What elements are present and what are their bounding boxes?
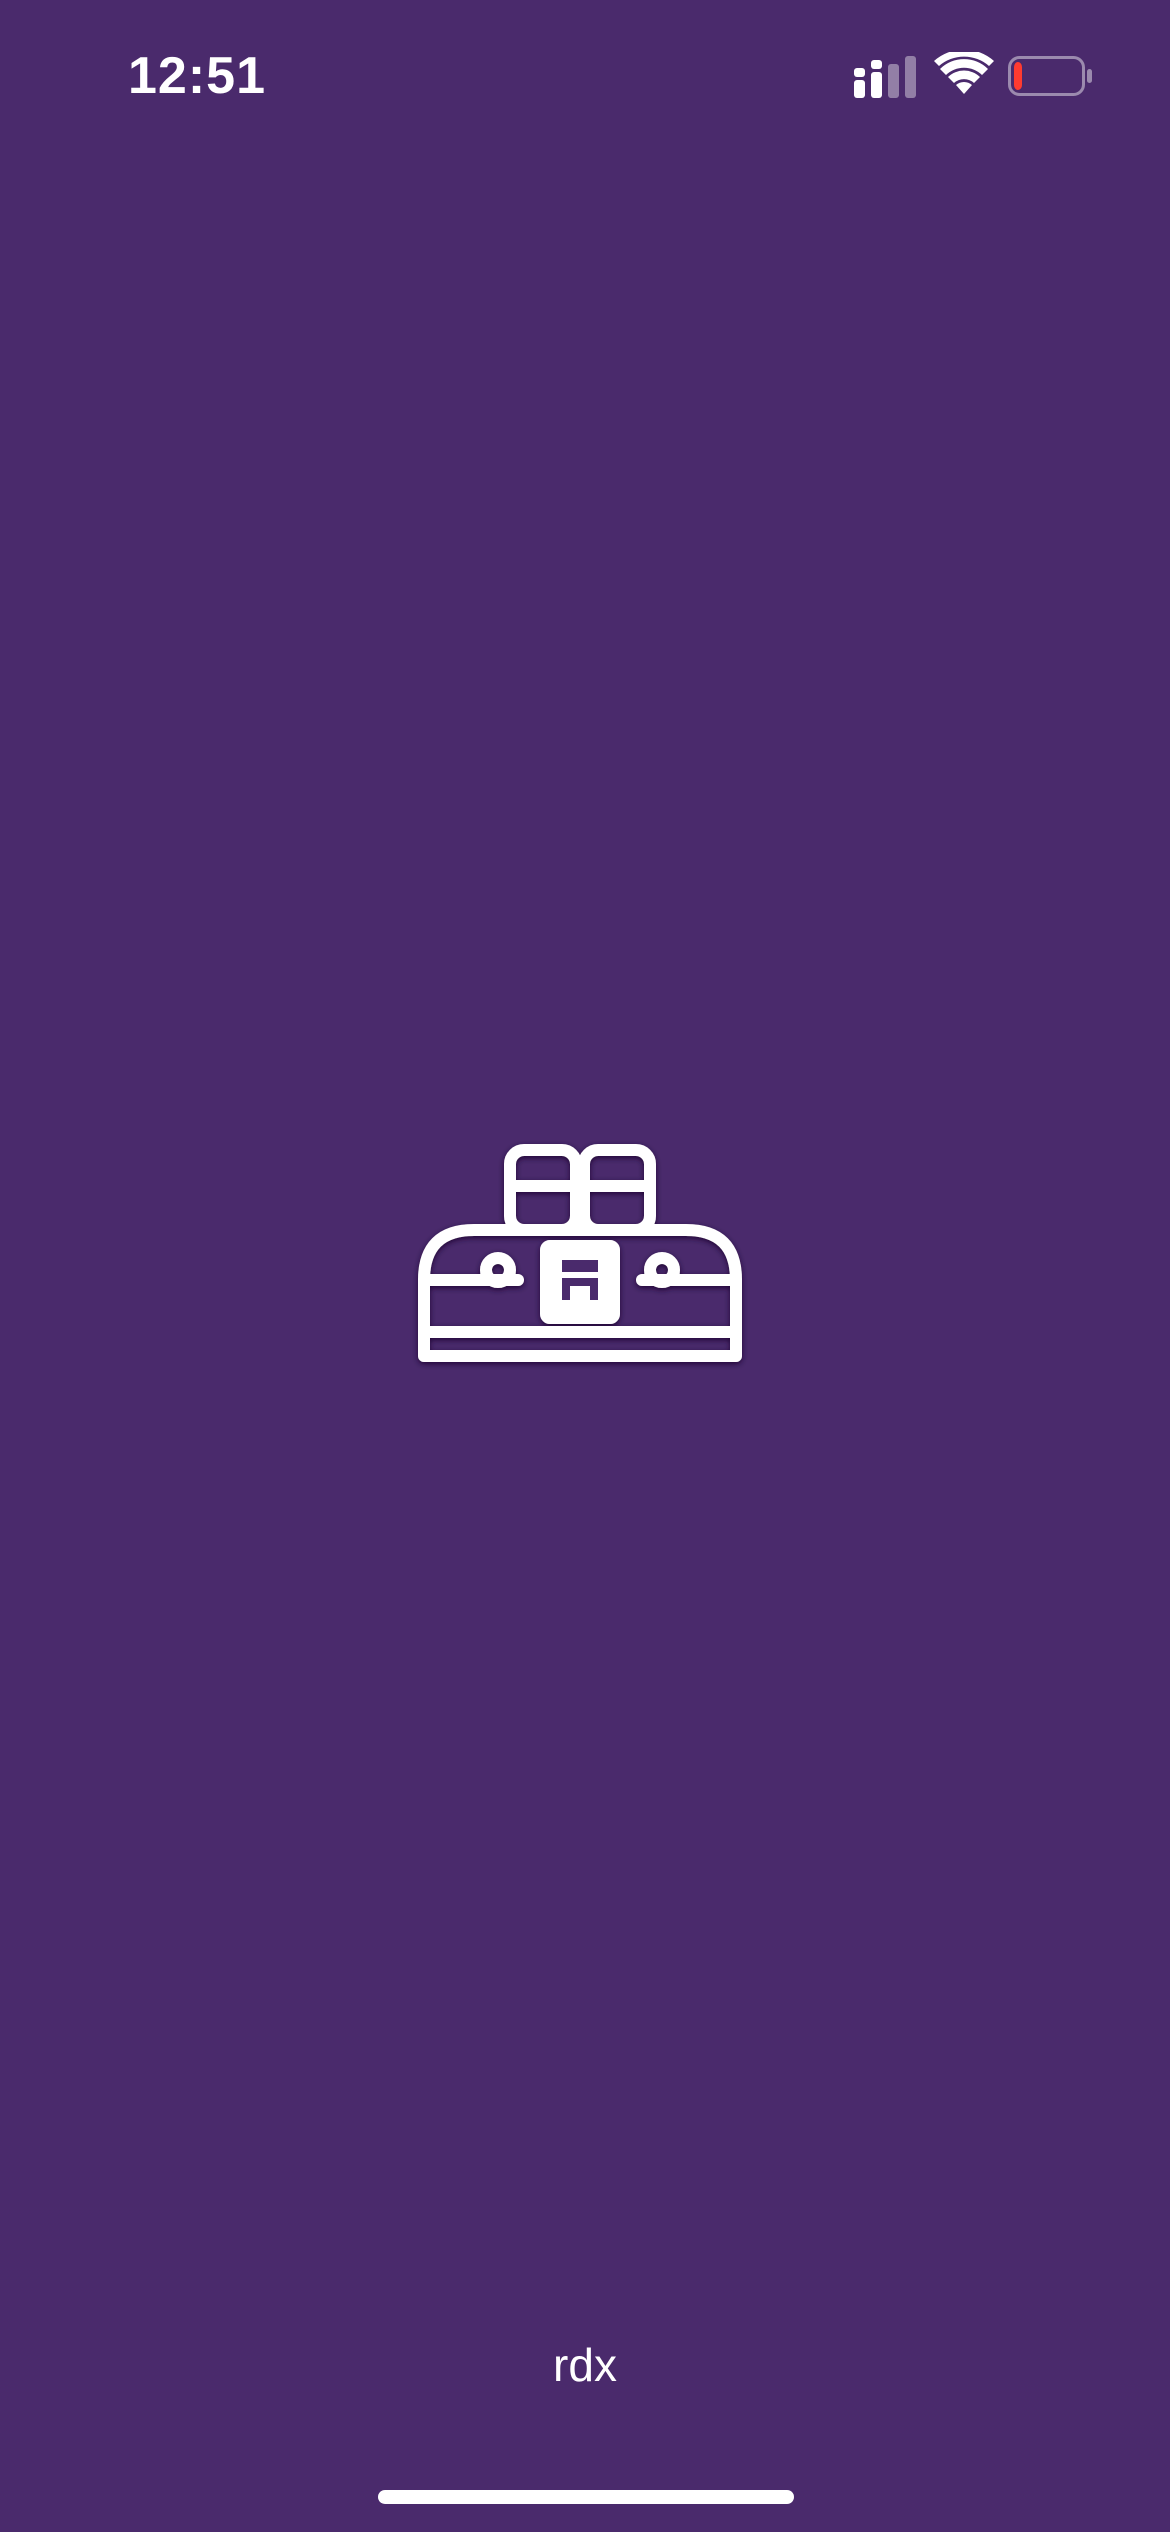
cellular-signal-icon — [854, 56, 918, 98]
status-bar: 12:51 — [0, 0, 1170, 150]
toolbox-logo-icon — [400, 1130, 760, 1390]
wifi-icon — [934, 49, 994, 96]
splash-screen: 12:51 rdx — [0, 0, 1170, 2532]
home-indicator[interactable] — [378, 2490, 794, 2504]
status-time: 12:51 — [128, 47, 266, 105]
battery-low-icon — [1008, 56, 1094, 96]
app-name: rdx — [553, 2339, 617, 2391]
